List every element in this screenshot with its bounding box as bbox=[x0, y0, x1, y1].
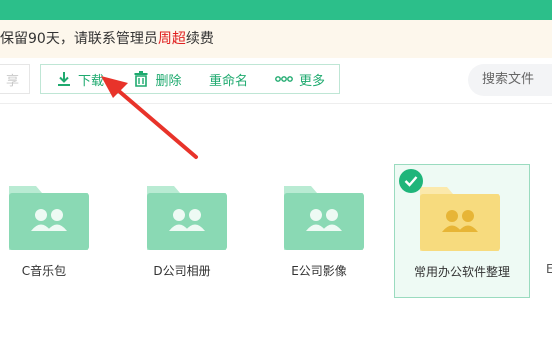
annotation-arrow-icon bbox=[101, 76, 198, 159]
